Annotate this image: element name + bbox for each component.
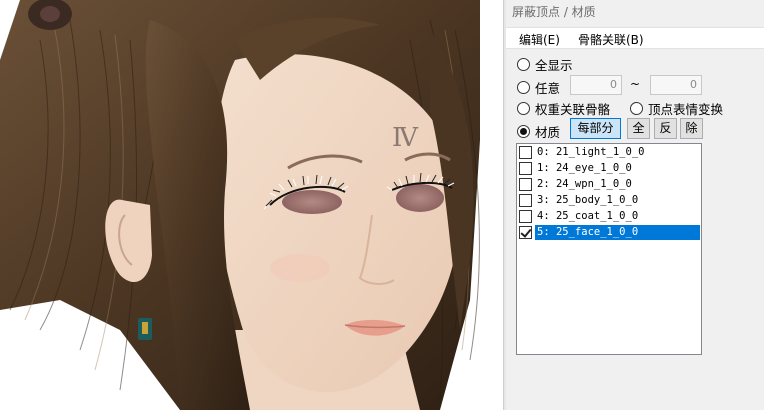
material-checkbox-5[interactable] [519, 226, 532, 239]
invert-button[interactable]: 反 [654, 118, 677, 139]
material-label-5: 5: 25_face_1_0_0 [535, 225, 700, 240]
radio-vertex-morph-circle[interactable] [630, 102, 643, 115]
range-to-field[interactable]: 0 [650, 75, 702, 95]
material-label-1: 1: 24_eye_1_0_0 [537, 162, 632, 174]
radio-arbitrary-label: 任意 [535, 81, 561, 96]
3d-viewport[interactable]: Ⅳ [0, 0, 503, 410]
list-item[interactable]: 3: 25_body_1_0_0 [519, 193, 640, 208]
material-label-0: 0: 21_light_1_0_0 [537, 146, 645, 158]
radio-vertex-morph-label: 顶点表情变换 [648, 102, 724, 117]
list-item[interactable]: 2: 24_wpn_1_0_0 [519, 177, 634, 192]
material-list[interactable]: 0: 21_light_1_0_0 1: 24_eye_1_0_0 2: 24_… [516, 143, 702, 355]
menu-bar: 编辑(E) 骨骼关联(B) [506, 27, 764, 49]
radio-weight-bones-label: 权重关联骨骼 [535, 102, 611, 117]
range-separator: ~ [630, 77, 641, 91]
mask-panel: 屏蔽顶点 / 材质 编辑(E) 骨骼关联(B) 全显示 任意 0 ~ 0 权重关… [506, 0, 764, 410]
list-item[interactable]: 0: 21_light_1_0_0 [519, 145, 646, 160]
per-part-button[interactable]: 每部分 [570, 118, 621, 139]
list-item[interactable]: 5: 25_face_1_0_0 [519, 225, 700, 240]
select-all-button[interactable]: 全 [627, 118, 650, 139]
menu-edit[interactable]: 编辑(E) [519, 31, 560, 48]
character-render: Ⅳ [0, 0, 503, 410]
list-item[interactable]: 4: 25_coat_1_0_0 [519, 209, 640, 224]
radio-vertex-morph[interactable]: 顶点表情变换 [630, 99, 723, 118]
radio-material[interactable]: 材质 [517, 122, 560, 141]
radio-material-circle[interactable] [517, 125, 530, 138]
material-label-3: 3: 25_body_1_0_0 [537, 194, 639, 206]
material-label-4: 4: 25_coat_1_0_0 [537, 210, 639, 222]
list-item[interactable]: 1: 24_eye_1_0_0 [519, 161, 634, 176]
material-checkbox-3[interactable] [519, 194, 532, 207]
radio-show-all-label: 全显示 [535, 58, 573, 73]
material-checkbox-0[interactable] [519, 146, 532, 159]
radio-material-label: 材质 [535, 125, 561, 140]
radio-weight-bones[interactable]: 权重关联骨骼 [517, 99, 610, 118]
radio-weight-bones-circle[interactable] [517, 102, 530, 115]
panel-title: 屏蔽顶点 / 材质 [512, 5, 596, 19]
material-checkbox-1[interactable] [519, 162, 532, 175]
material-checkbox-4[interactable] [519, 210, 532, 223]
radio-show-all[interactable]: 全显示 [517, 55, 573, 74]
radio-arbitrary-circle[interactable] [517, 81, 530, 94]
material-label-2: 2: 24_wpn_1_0_0 [537, 178, 632, 190]
radio-show-all-circle[interactable] [517, 58, 530, 71]
radio-arbitrary[interactable]: 任意 [517, 78, 560, 97]
material-checkbox-2[interactable] [519, 178, 532, 191]
menu-bone-link[interactable]: 骨骼关联(B) [578, 31, 644, 48]
remove-button[interactable]: 除 [680, 118, 703, 139]
forehead-mark: Ⅳ [392, 123, 419, 153]
range-from-field[interactable]: 0 [570, 75, 622, 95]
